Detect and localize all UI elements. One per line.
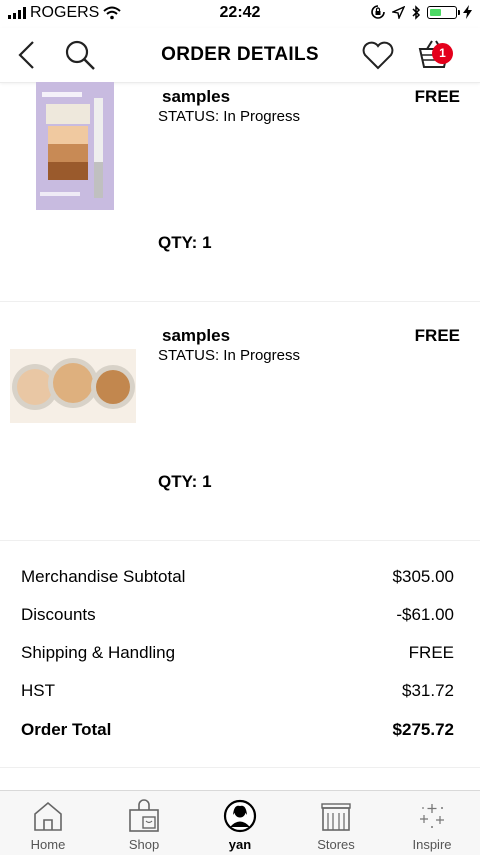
summary-value: -$61.00 xyxy=(396,605,454,624)
heart-icon[interactable] xyxy=(360,37,396,73)
tab-inspire[interactable]: Inspire xyxy=(384,791,480,855)
home-icon xyxy=(34,801,62,831)
item-price: FREE xyxy=(414,87,460,106)
tab-home[interactable]: Home xyxy=(0,791,96,855)
summary-label: Merchandise Subtotal xyxy=(21,567,186,586)
charging-bolt-icon xyxy=(463,5,472,19)
bottom-tab-bar: Home Shop yan Stores Inspire xyxy=(0,790,480,855)
tab-label: yan xyxy=(228,837,252,852)
summary-label: HST xyxy=(21,681,55,700)
item-quantity: QTY: 1 xyxy=(158,472,212,491)
item-name: samples xyxy=(162,326,231,345)
store-icon xyxy=(321,803,351,831)
sparkle-icon xyxy=(420,804,444,828)
summary-value: FREE xyxy=(408,643,454,662)
summary-label: Shipping & Handling xyxy=(21,643,176,662)
tab-label: Inspire xyxy=(412,837,452,852)
product-image-sample-card xyxy=(36,82,114,210)
header-bar: ORDER DETAILS xyxy=(0,28,480,83)
shop-bag-icon xyxy=(129,799,159,832)
summary-value: $275.72 xyxy=(392,720,454,739)
status-bar: ROGERS 22:42 xyxy=(0,0,480,28)
product-image-powder-pots xyxy=(10,349,136,423)
tab-label: Home xyxy=(30,837,66,852)
search-icon[interactable] xyxy=(62,37,98,73)
location-arrow-icon xyxy=(392,5,405,19)
order-summary: Merchandise Subtotal $305.00 Discounts -… xyxy=(0,540,480,768)
order-details-content: samples FREE STATUS: In Progress QTY: 1 … xyxy=(0,82,480,790)
status-right xyxy=(370,4,472,20)
summary-label: Discounts xyxy=(21,605,96,624)
tab-label: Stores xyxy=(317,837,355,852)
battery-icon xyxy=(427,5,460,19)
item-name: samples xyxy=(162,87,231,106)
tab-label: Shop xyxy=(128,837,160,852)
summary-row-shipping: Shipping & Handling FREE xyxy=(21,643,454,667)
tab-shop[interactable]: Shop xyxy=(96,791,192,855)
cart-count-badge: 1 xyxy=(432,43,453,64)
orientation-lock-icon xyxy=(371,5,385,19)
summary-label: Order Total xyxy=(21,720,112,739)
order-item: samples FREE STATUS: In Progress QTY: 1 xyxy=(0,82,480,302)
summary-row-order-total: Order Total $275.72 xyxy=(21,720,454,744)
item-status: STATUS: In Progress xyxy=(158,108,300,125)
summary-row-discounts: Discounts -$61.00 xyxy=(21,605,454,629)
tab-stores[interactable]: Stores xyxy=(288,791,384,855)
item-status: STATUS: In Progress xyxy=(158,347,300,364)
back-chevron-icon[interactable] xyxy=(10,37,46,73)
bluetooth-icon xyxy=(412,4,421,20)
item-quantity: QTY: 1 xyxy=(158,233,212,252)
order-item: samples FREE STATUS: In Progress QTY: 1 xyxy=(0,301,480,541)
summary-value: $31.72 xyxy=(402,681,454,700)
profile-avatar-icon xyxy=(223,799,257,833)
item-price: FREE xyxy=(414,326,460,345)
tab-profile[interactable]: yan xyxy=(192,791,288,855)
summary-value: $305.00 xyxy=(392,567,454,586)
summary-row-tax: HST $31.72 xyxy=(21,681,454,705)
page-title: ORDER DETAILS xyxy=(161,44,319,65)
summary-row-subtotal: Merchandise Subtotal $305.00 xyxy=(21,567,454,591)
